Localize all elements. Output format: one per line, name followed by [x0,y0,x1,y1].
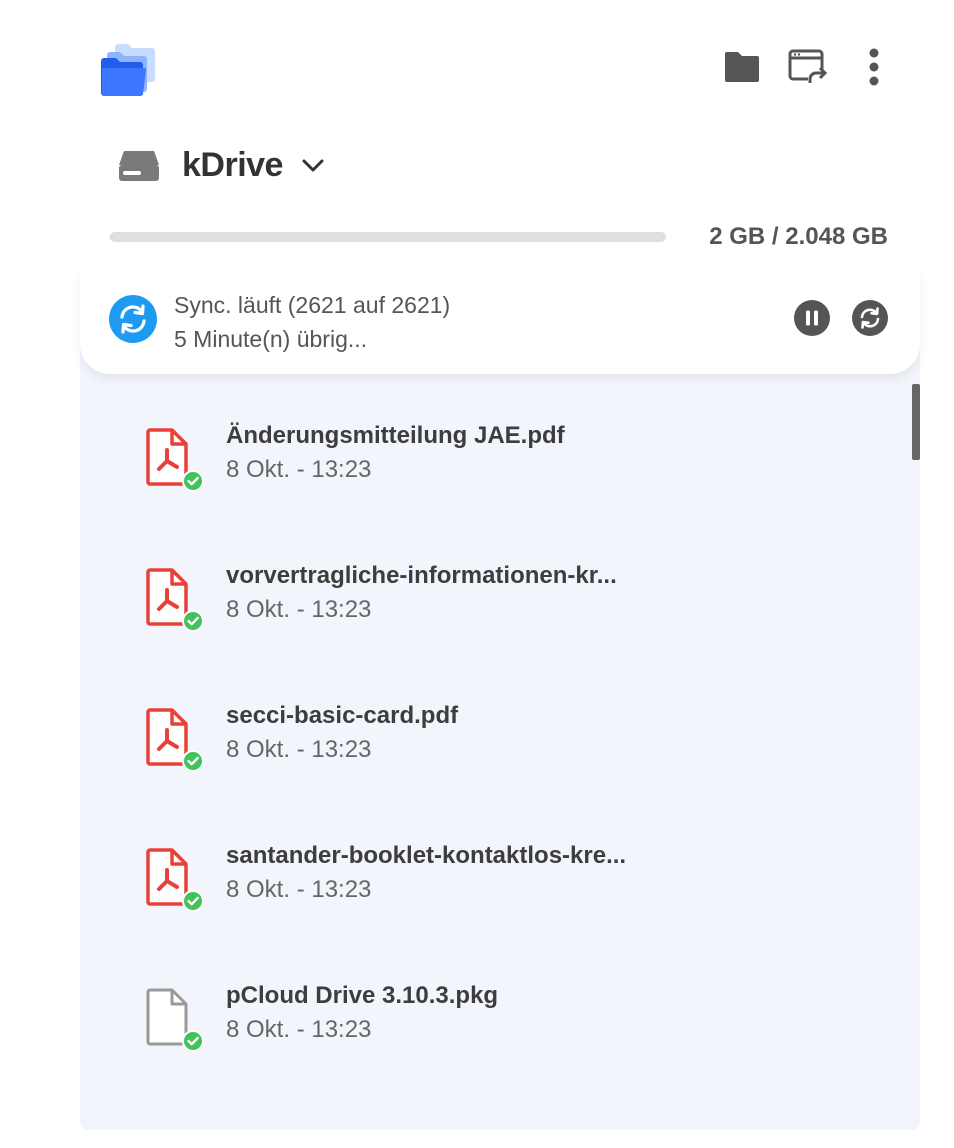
open-web-button[interactable] [788,44,828,90]
sync-progress-label: Sync. läuft (2621 auf 2621) [174,292,451,318]
storage-quota-text: 2 GB / 2.048 GB [709,223,888,250]
folder-icon [725,52,759,82]
file-date: 8 Okt. - 13:23 [226,456,372,483]
sync-icon [109,295,157,343]
storage-quota-bar [110,232,666,242]
hard-drive-icon [119,150,159,181]
file-date: 8 Okt. - 13:23 [226,736,372,763]
file-row[interactable]: santander-booklet-kontaktlos-kre... 8 Ok… [80,804,920,944]
drive-selector[interactable]: kDrive [118,146,325,185]
file-row[interactable]: pCloud Drive 3.10.3.pkg 8 Okt. - 13:23 [80,944,920,1084]
header-actions [722,44,894,90]
open-web-icon [788,49,828,87]
file-list-scrollbar[interactable] [912,384,920,460]
pdf-file-icon [146,568,204,632]
file-name: secci-basic-card.pdf [226,702,459,729]
file-date: 8 Okt. - 13:23 [226,876,372,903]
file-name: pCloud Drive 3.10.3.pkg [226,982,499,1009]
storage-quota-fill [110,232,111,242]
pdf-file-icon [146,708,204,772]
file-row[interactable]: secci-basic-card.pdf 8 Okt. - 13:23 [80,664,920,804]
drive-dropdown[interactable] [301,158,325,174]
file-name: vorvertragliche-informationen-kr... [226,562,617,589]
pdf-file-icon [146,428,204,492]
file-row[interactable]: Änderungsmitteilung JAE.pdf 8 Okt. - 13:… [80,384,920,524]
generic-file-icon [146,988,204,1052]
force-sync-button[interactable] [852,300,888,336]
more-vertical-icon [869,48,879,86]
open-folder-button[interactable] [722,44,762,90]
file-list: Änderungsmitteilung JAE.pdf 8 Okt. - 13:… [80,384,920,1084]
file-name: santander-booklet-kontaktlos-kre... [226,842,627,869]
sync-controls [794,300,888,336]
sync-status-card: Sync. läuft (2621 auf 2621) 5 Minute(n) … [80,268,920,374]
file-date: 8 Okt. - 13:23 [226,596,372,623]
sync-time-remaining: 5 Minute(n) übrig... [174,326,368,352]
file-date: 8 Okt. - 13:23 [226,1016,372,1043]
pdf-file-icon [146,848,204,912]
refresh-icon [852,300,888,336]
app-logo [100,40,160,100]
file-name: Änderungsmitteilung JAE.pdf [226,422,565,449]
drive-name: kDrive [182,146,283,184]
file-row[interactable]: vorvertragliche-informationen-kr... 8 Ok… [80,524,920,664]
kdrive-folder-logo-icon [101,44,155,97]
chevron-down-icon [302,159,324,171]
sync-status-text: Sync. läuft (2621 auf 2621) 5 Minute(n) … [174,288,450,356]
pause-sync-button[interactable] [794,300,830,336]
pause-icon [794,300,830,336]
more-menu-button[interactable] [854,44,894,90]
